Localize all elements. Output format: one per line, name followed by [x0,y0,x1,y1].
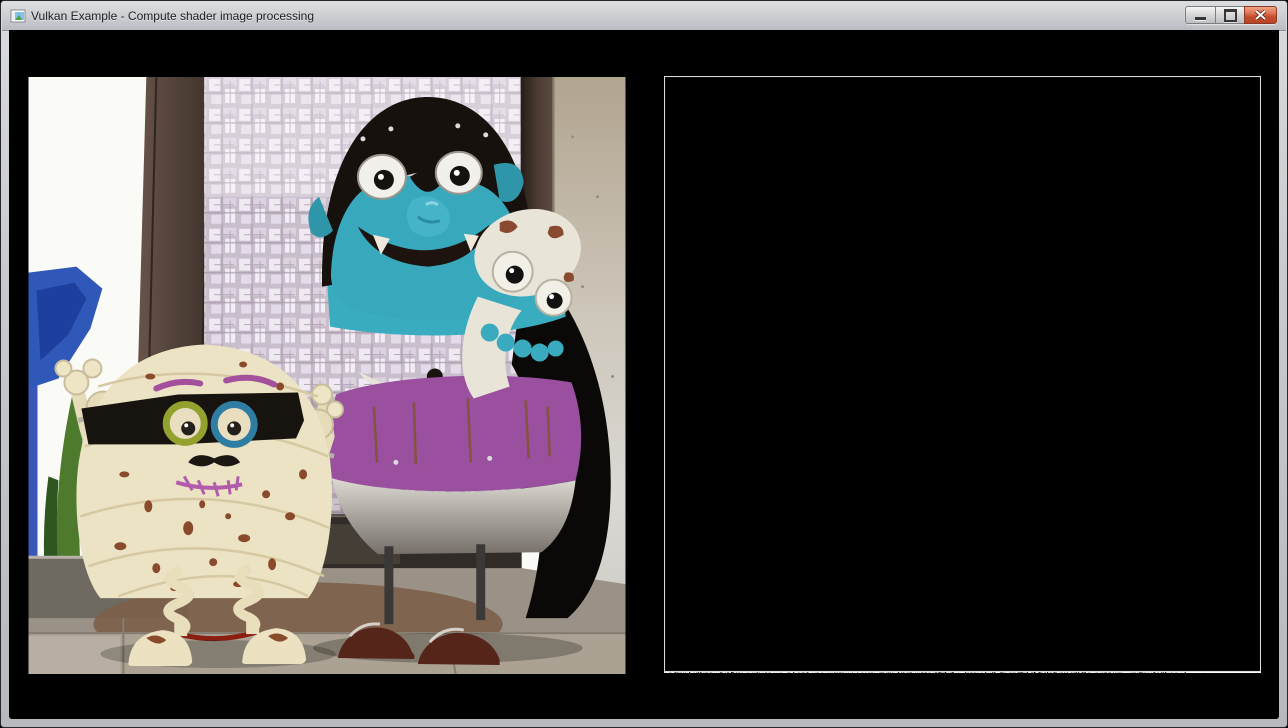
edge-noise [664,76,1261,673]
edge-output-panel [664,76,1261,673]
scene [29,77,626,674]
maximize-button[interactable] [1215,6,1244,24]
maximize-icon [1224,9,1237,22]
app-window: Vulkan Example - Compute shader image pr… [0,0,1288,728]
close-icon [1255,10,1266,20]
close-button[interactable] [1244,6,1277,24]
app-icon [10,8,26,24]
render-area [9,30,1279,719]
title-bar[interactable]: Vulkan Example - Compute shader image pr… [2,2,1286,31]
window-title: Vulkan Example - Compute shader image pr… [31,9,314,23]
purple-body [330,376,581,492]
window-controls [1185,6,1277,24]
source-image-panel [28,77,626,674]
scene [664,76,1261,673]
minimize-button[interactable] [1185,6,1215,24]
minimize-icon [1195,17,1206,20]
